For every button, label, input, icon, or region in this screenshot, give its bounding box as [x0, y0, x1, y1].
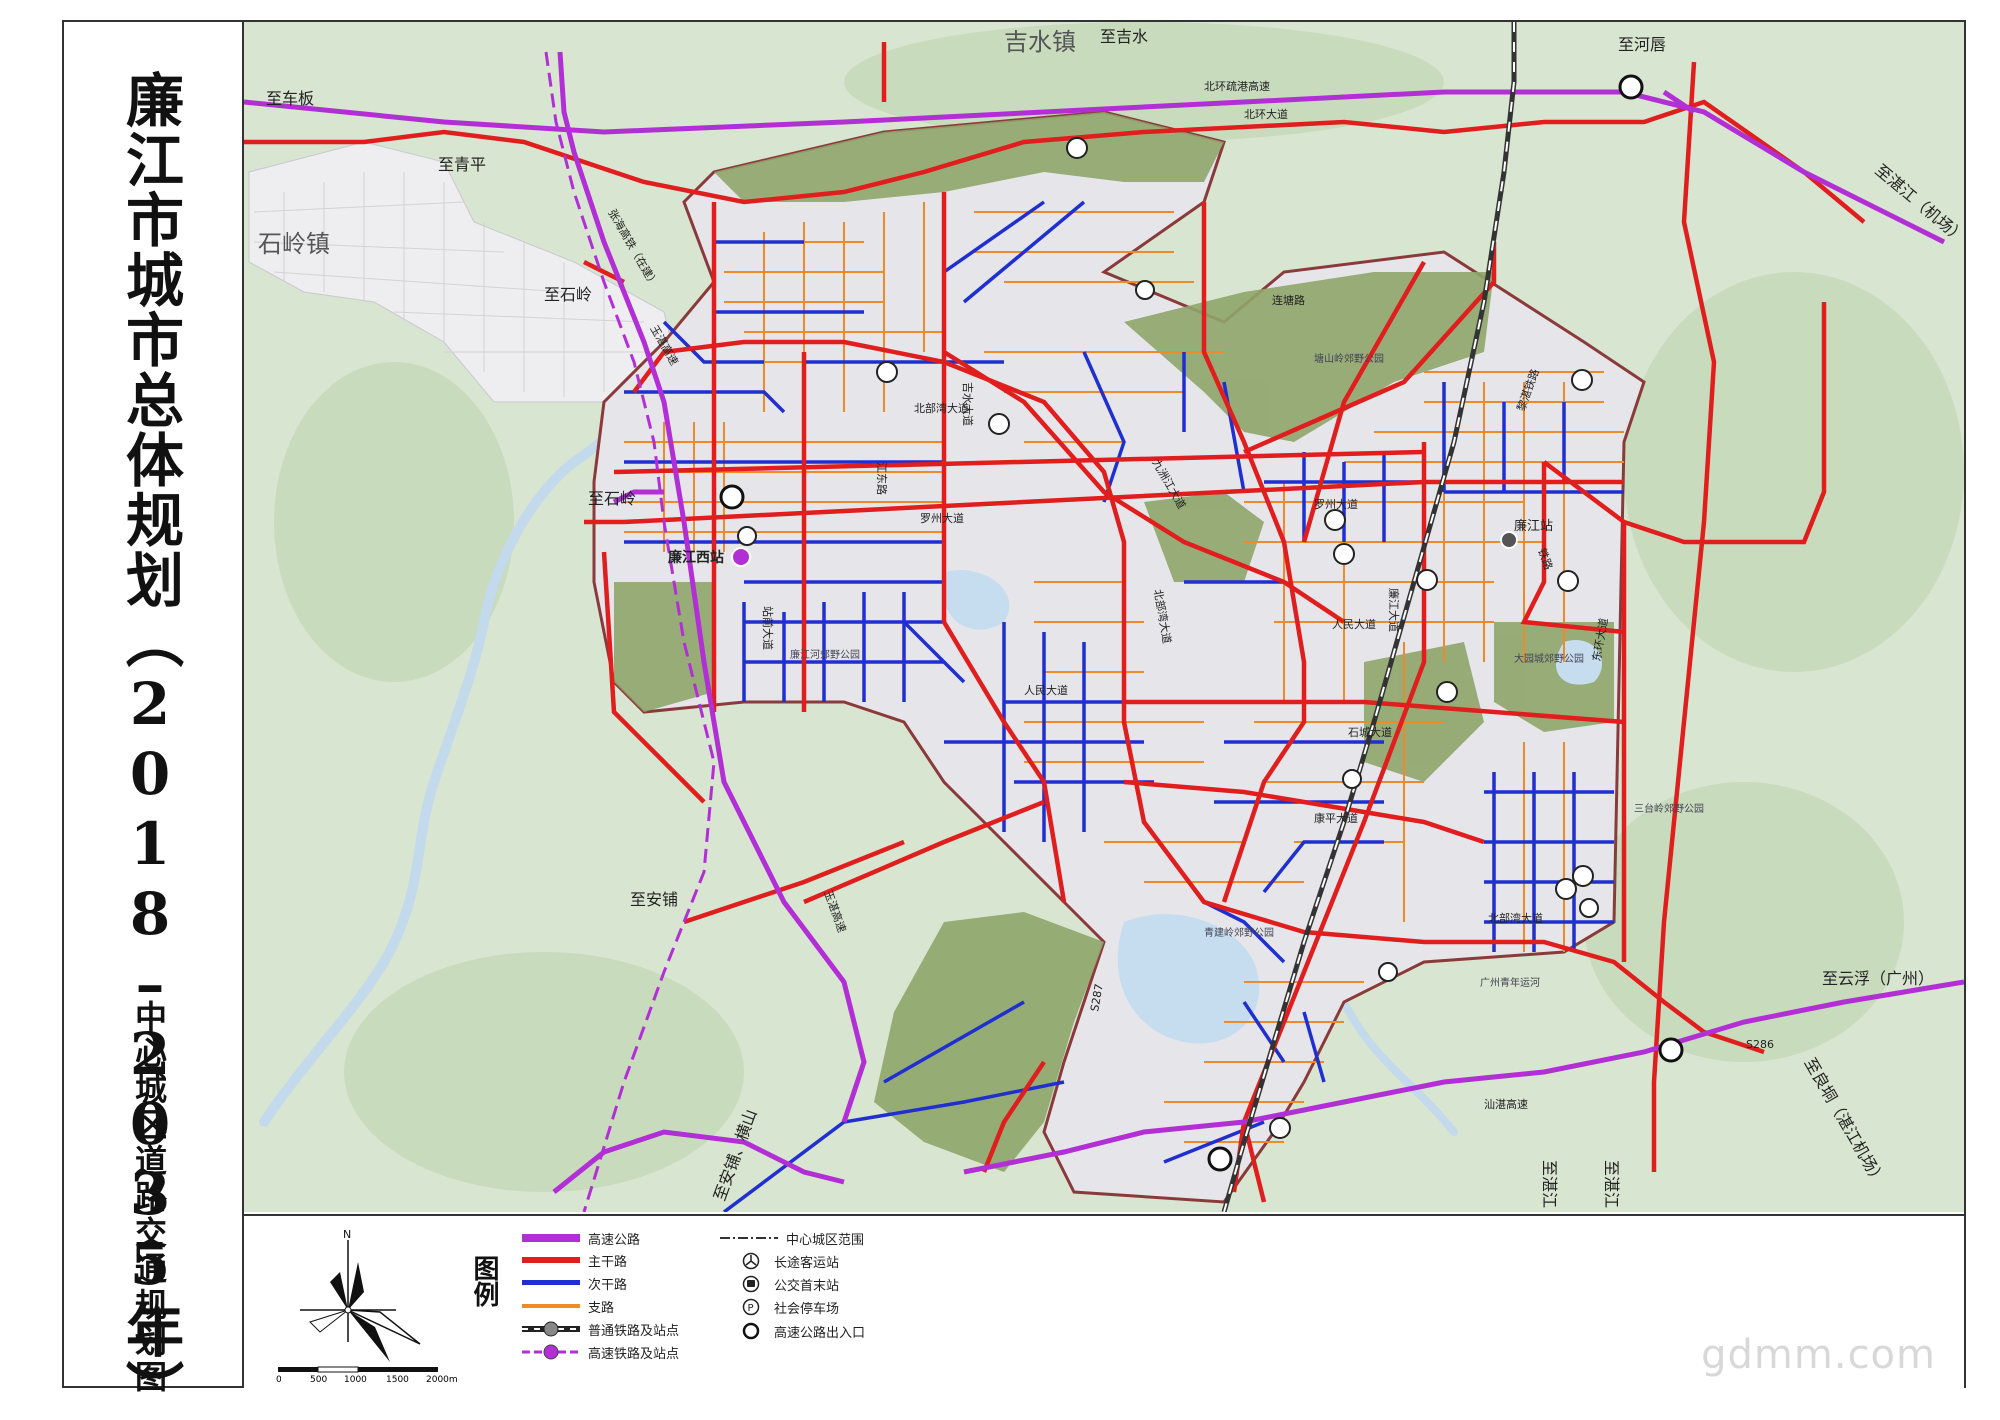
legend-label: 长途客运站 [774, 1255, 840, 1271]
park-label: 塘山岭郊野公园 [1314, 352, 1384, 365]
road-label: 石城大道 [1348, 725, 1392, 739]
legend-label: 普通铁路及站点 [588, 1323, 680, 1339]
road-label: 罗州大道 [920, 511, 964, 525]
road-label: 吉水大道 [961, 382, 975, 426]
road-label: 北部湾大道 [1488, 911, 1543, 925]
town-label-jishui: 吉水镇 [1004, 28, 1076, 56]
road-label: 北部湾大道 [914, 401, 969, 415]
road-label: 江东路 [875, 462, 888, 495]
park-label: 大园城郊野公园 [1514, 652, 1584, 665]
dir-label: 至云浮（广州） [1822, 969, 1934, 988]
map-canvas: 吉水镇 石岭镇 至吉水 至河唇 至车板 至青平 至湛江（机场） 至石岭 至石岭 … [244, 22, 1964, 1212]
road-label: 汕湛高速 [1484, 1097, 1528, 1111]
legend-item-boundary: 中心城区范围 [720, 1228, 864, 1248]
coach-station-icon [740, 1251, 762, 1271]
interchange-icon [740, 1321, 762, 1341]
park-label: 廉江河郊野公园 [790, 648, 860, 661]
park-label: 青建岭郊野公园 [1204, 926, 1274, 939]
legend-heading: 图例 [469, 1255, 499, 1307]
dir-label: 至安铺 [630, 890, 678, 909]
watermark: gdmm.com [1701, 1332, 1936, 1378]
legend-item-bus: 公交首末站 [740, 1274, 839, 1294]
road-label: 康平大道 [1314, 811, 1358, 825]
dir-label: 至湛江 [1602, 1160, 1621, 1208]
legend-label: 高速公路出入口 [774, 1325, 866, 1341]
map-subtitle: 中心城区道路交通规划图 [130, 1000, 168, 1396]
scale-label: 1500 [386, 1375, 409, 1385]
dir-label: 至石岭 [588, 489, 636, 508]
legend-item-rail: 普通铁路及站点 [522, 1319, 679, 1339]
legend-label: 高速铁路及站点 [588, 1346, 680, 1362]
dir-label: 至湛江 [1540, 1160, 1559, 1208]
legend-item-hsr: 高速铁路及站点 [522, 1342, 679, 1362]
scale-label: 1000 [344, 1375, 367, 1385]
legend-label: 支路 [588, 1300, 615, 1316]
road-label: 连塘路 [1272, 293, 1305, 307]
legend-label: 中心城区范围 [786, 1232, 865, 1248]
legend-item-arterial: 主干路 [522, 1250, 627, 1270]
road-label: S286 [1746, 1038, 1774, 1051]
road-label: 人民大道 [1332, 617, 1376, 631]
svg-text:P: P [748, 1303, 754, 1314]
legend-item-branch: 支路 [522, 1296, 614, 1316]
parking-icon: P [740, 1297, 762, 1317]
legend-label: 公交首末站 [774, 1278, 840, 1294]
station-label-west: 廉江西站 [668, 549, 724, 566]
dir-label: 至青平 [438, 155, 486, 174]
legend-label: 主干路 [588, 1254, 628, 1270]
road-label: 人民大道 [1024, 683, 1068, 697]
road-label: 北环大道 [1244, 107, 1288, 121]
bus-terminal-icon [740, 1274, 762, 1294]
road-label: 站前大道 [761, 606, 775, 650]
legend-label: 社会停车场 [774, 1301, 840, 1317]
scale-bar: 0 500 1000 1500 2000m [276, 1366, 458, 1385]
road-label: 廉江大道 [1387, 588, 1401, 632]
park-label: 广州青年运河 [1480, 976, 1540, 989]
legend-label: 次干路 [588, 1277, 628, 1293]
north-label: N [343, 1228, 351, 1241]
legend-label: 高速公路 [588, 1232, 641, 1248]
station-label-lianjiang: 廉江站 [1514, 518, 1553, 534]
legend-item-secondary: 次干路 [522, 1273, 627, 1293]
legend-item-interchange: 高速公路出入口 [740, 1321, 865, 1341]
legend-item-coach: 长途客运站 [740, 1251, 839, 1271]
compass-rose: N [300, 1228, 421, 1362]
scale-label: 500 [310, 1375, 327, 1385]
legend-item-parking: P 社会停车场 [740, 1297, 839, 1317]
dir-label: 至石岭 [544, 285, 592, 304]
dir-label: 至车板 [266, 89, 314, 108]
town-label-shiling: 石岭镇 [258, 230, 330, 258]
dir-label: 至吉水 [1100, 27, 1148, 46]
legend-item-highway: 高速公路 [522, 1228, 640, 1248]
scale-label: 0 [276, 1375, 282, 1385]
dir-label: 至河唇 [1618, 35, 1666, 54]
road-label: 罗州大道 [1314, 497, 1358, 511]
scale-label: 2000m [426, 1375, 458, 1385]
road-label: 北环疏港高速 [1204, 79, 1270, 93]
park-label: 三台岭郊野公园 [1634, 802, 1704, 815]
